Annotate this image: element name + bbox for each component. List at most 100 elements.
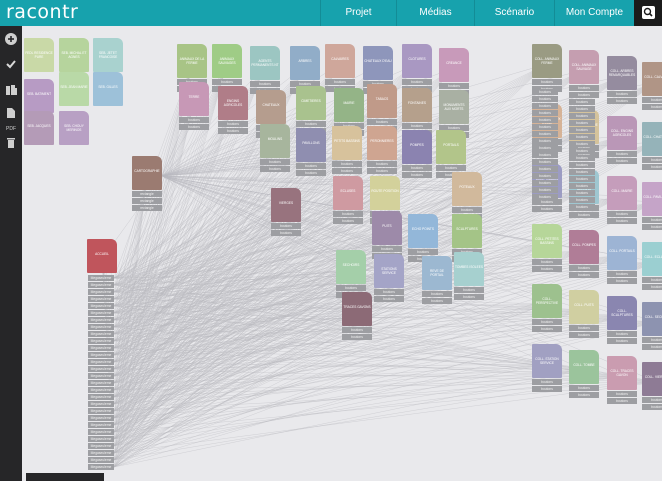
- node-button-chip[interactable]: boutons: [607, 271, 637, 277]
- node-button-chip[interactable]: boutons: [532, 180, 558, 186]
- node-button-chip[interactable]: boutons: [569, 385, 599, 391]
- node-button-chip[interactable]: boutons: [607, 151, 637, 157]
- scenario-node[interactable]: TOMBES ISOLEES boutons boutons: [454, 252, 484, 300]
- node-button-chip[interactable]: boutons: [642, 157, 662, 163]
- node-button-chip[interactable]: Megaseuleme: [88, 429, 114, 435]
- node-button-chip[interactable]: boutons: [218, 128, 248, 134]
- node-button-chip[interactable]: boutons: [439, 83, 469, 89]
- bottom-zoom-bar[interactable]: [26, 473, 104, 481]
- node-button-chip[interactable]: Megaseuleme: [88, 457, 114, 463]
- scenario-node[interactable]: SEB. GILLES: [93, 72, 123, 106]
- node-button-chip[interactable]: Megaseuleme: [88, 422, 114, 428]
- node-button-chip[interactable]: boutons: [569, 169, 595, 175]
- coll-node[interactable]: COLL. PAVILLONSboutonsboutons: [642, 182, 662, 230]
- node-button-chip[interactable]: rectangle: [132, 191, 162, 197]
- node-button-chip[interactable]: boutons: [367, 161, 397, 167]
- node-button-chip[interactable]: Megaseuleme: [88, 289, 114, 295]
- node-button-chip[interactable]: Megaseuleme: [88, 310, 114, 316]
- nav-medias[interactable]: Médias: [396, 0, 474, 26]
- node-button-chip[interactable]: Megaseuleme: [88, 282, 114, 288]
- scenario-node[interactable]: ENGINS AGRICOLES boutons boutons: [218, 86, 248, 134]
- node-button-chip[interactable]: boutons: [607, 91, 637, 97]
- node-button-chip[interactable]: boutons: [569, 106, 595, 112]
- node-button-chip[interactable]: boutons: [218, 121, 248, 127]
- node-button-chip[interactable]: boutons: [374, 296, 404, 302]
- scenario-node[interactable]: VIERGES boutons boutons: [271, 188, 301, 236]
- node-button-chip[interactable]: boutons: [642, 104, 662, 110]
- add-circle-icon[interactable]: [0, 28, 22, 50]
- scenario-node[interactable]: SEB. JACQUES: [24, 111, 54, 145]
- node-button-chip[interactable]: boutons: [607, 158, 637, 164]
- node-button-chip[interactable]: boutons: [532, 124, 558, 130]
- scenario-node[interactable]: SEB. BATIMENT: [24, 79, 54, 113]
- scenario-node[interactable]: CALVAIRESboutonsboutons: [325, 44, 355, 92]
- scenario-node[interactable]: SEB. CHOUY MERINOS: [59, 111, 89, 145]
- scenario-canvas[interactable]: FEDL RESIDENCE PURE SEB. MICHAL ET AGNES S…: [22, 26, 662, 481]
- scenario-node[interactable]: CLOTURESboutonsboutons: [402, 44, 432, 92]
- node-button-chip[interactable]: boutons: [532, 131, 558, 137]
- node-button-chip[interactable]: boutons: [642, 164, 662, 170]
- scenario-node[interactable]: STATIONS SERVICE boutons boutons: [374, 254, 404, 302]
- scenario-node[interactable]: ECHO POINTSboutonsboutons: [408, 214, 438, 262]
- node-button-chip[interactable]: Megaseuleme: [88, 394, 114, 400]
- coll-node[interactable]: COLL. PETITES BASSINS boutons boutons: [532, 224, 562, 272]
- node-button-chip[interactable]: boutons: [402, 172, 432, 178]
- node-button-chip[interactable]: Megaseuleme: [88, 450, 114, 456]
- node-button-chip[interactable]: boutons: [642, 217, 662, 223]
- node-button-chip[interactable]: boutons: [422, 298, 452, 304]
- node-button-chip[interactable]: boutons: [325, 79, 355, 85]
- node-button-chip[interactable]: Megaseuleme: [88, 352, 114, 358]
- node-button-chip[interactable]: boutons: [402, 123, 432, 129]
- node-button-chip[interactable]: boutons: [408, 249, 438, 255]
- pdf-export-button[interactable]: PDF: [0, 105, 22, 132]
- node-button-chip[interactable]: boutons: [569, 392, 599, 398]
- node-button-chip[interactable]: boutons: [569, 127, 595, 133]
- node-button-chip[interactable]: boutons: [642, 224, 662, 230]
- node-button-chip[interactable]: Megaseuleme: [88, 317, 114, 323]
- scenario-node[interactable]: FONTAINESboutonsboutons: [402, 88, 432, 136]
- node-button-chip[interactable]: boutons: [212, 79, 242, 85]
- node-button-chip[interactable]: boutons: [642, 344, 662, 350]
- coll-node[interactable]: COLL. PUITS boutons boutons: [569, 290, 599, 338]
- node-button-chip[interactable]: boutons: [607, 211, 637, 217]
- node-button-chip[interactable]: boutons: [342, 327, 372, 333]
- scenario-node[interactable]: PAVILLONS boutons boutons: [296, 128, 326, 176]
- scenario-node[interactable]: POTEAUXboutonsboutons: [452, 172, 482, 220]
- scenario-node[interactable]: SECHOIRSboutonsboutons: [336, 250, 366, 298]
- coll-node[interactable]: COLL. CHATEAUXboutonsboutons: [642, 122, 662, 170]
- node-button-chip[interactable]: boutons: [532, 326, 562, 332]
- check-icon[interactable]: [0, 53, 22, 75]
- coll-node[interactable]: COLL. STATION SERVICE boutons boutons: [532, 344, 562, 392]
- node-button-chip[interactable]: boutons: [332, 168, 362, 174]
- node-button-chip[interactable]: boutons: [336, 285, 366, 291]
- zoom-out-button[interactable]: [0, 473, 22, 481]
- node-button-chip[interactable]: Megaseuleme: [88, 275, 114, 281]
- node-button-chip[interactable]: boutons: [532, 145, 558, 151]
- node-button-chip[interactable]: boutons: [569, 197, 595, 203]
- node-button-chip[interactable]: boutons: [374, 289, 404, 295]
- node-button-chip[interactable]: boutons: [333, 211, 363, 217]
- node-button-chip[interactable]: boutons: [296, 121, 326, 127]
- coll-node[interactable]: COLL. PORTAILS boutons boutons: [607, 236, 637, 284]
- node-button-chip[interactable]: boutons: [569, 155, 595, 161]
- scenario-node[interactable]: PERONNIERES boutons boutons: [367, 126, 397, 174]
- node-button-chip[interactable]: Megaseuleme: [88, 338, 114, 344]
- node-button-chip[interactable]: boutons: [569, 190, 595, 196]
- nav-projet[interactable]: Projet: [320, 0, 396, 26]
- node-button-chip[interactable]: boutons: [642, 97, 662, 103]
- node-button-chip[interactable]: boutons: [532, 96, 558, 102]
- node-button-chip[interactable]: Megaseuleme: [88, 387, 114, 393]
- node-button-chip[interactable]: Megaseuleme: [88, 380, 114, 386]
- node-button-chip[interactable]: Megaseuleme: [88, 464, 114, 470]
- node-button-chip[interactable]: boutons: [569, 272, 599, 278]
- node-button-chip[interactable]: boutons: [569, 162, 595, 168]
- node-button-chip[interactable]: boutons: [367, 119, 397, 125]
- scenario-node[interactable]: PUITSboutonsboutons: [372, 211, 402, 259]
- node-button-chip[interactable]: boutons: [569, 265, 599, 271]
- node-button-chip[interactable]: boutons: [532, 266, 562, 272]
- node-button-chip[interactable]: Megaseuleme: [88, 401, 114, 407]
- node-button-chip[interactable]: boutons: [532, 173, 558, 179]
- node-button-chip[interactable]: boutons: [569, 113, 595, 119]
- coll-node[interactable]: COLL. MAIRIE boutons boutons: [607, 176, 637, 224]
- node-button-chip[interactable]: boutons: [569, 183, 595, 189]
